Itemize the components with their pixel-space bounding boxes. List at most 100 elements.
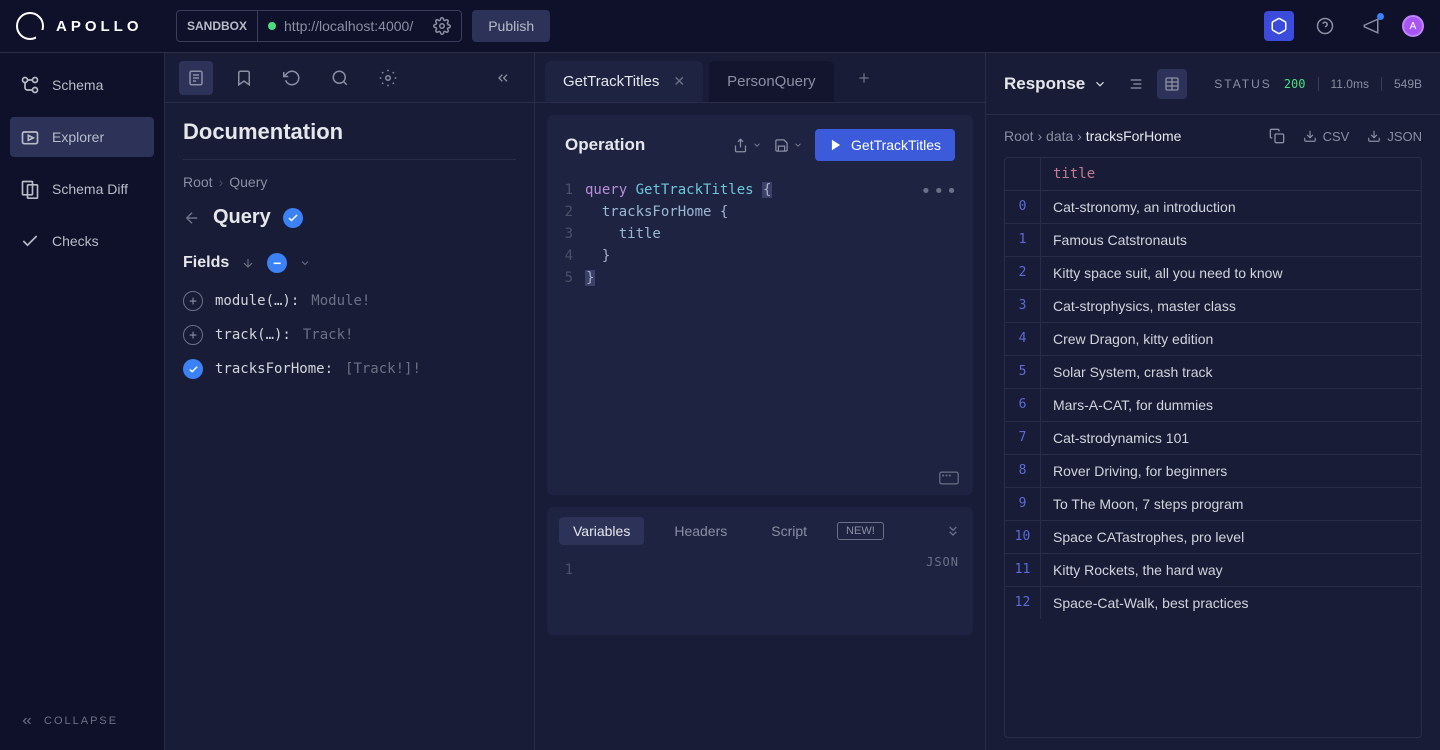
new-badge: NEW!: [837, 522, 884, 540]
help-icon[interactable]: [1310, 11, 1340, 41]
nav-explorer[interactable]: Explorer: [10, 117, 154, 157]
docs-breadcrumb[interactable]: Root›Query: [183, 174, 516, 190]
table-row: 6Mars-A-CAT, for dummies: [1005, 389, 1421, 422]
endpoint-url-input[interactable]: http://localhost:4000/: [284, 18, 413, 34]
explorer-mode-icon[interactable]: [1264, 11, 1294, 41]
tab-person-query[interactable]: PersonQuery: [709, 61, 833, 102]
nav-item-label: Schema: [52, 77, 103, 93]
fields-heading: Fields: [183, 254, 229, 272]
table-row: 7Cat-strodynamics 101: [1005, 422, 1421, 455]
table-view-icon[interactable]: [1157, 69, 1187, 99]
collapse-sidebar-button[interactable]: COLLAPSE: [10, 704, 154, 738]
script-tab[interactable]: Script: [757, 517, 821, 545]
response-table: title 0Cat-stronomy, an introduction1Fam…: [1004, 157, 1422, 738]
row-index: 5: [1005, 356, 1041, 388]
query-type-title: Query: [213, 206, 271, 229]
tab-get-track-titles[interactable]: GetTrackTitles ✕: [545, 61, 703, 102]
nav-schema[interactable]: Schema: [10, 65, 154, 105]
status-code: 200: [1284, 77, 1306, 91]
settings-icon[interactable]: [423, 17, 461, 35]
download-json-button[interactable]: JSON: [1367, 129, 1422, 144]
collapse-vars-icon[interactable]: [945, 523, 961, 539]
search-icon[interactable]: [323, 61, 357, 95]
explorer-icon: [20, 127, 40, 147]
field-row[interactable]: +track(…): Track!: [183, 325, 516, 345]
share-icon[interactable]: [733, 138, 762, 153]
variables-tab[interactable]: Variables: [559, 517, 644, 545]
row-value: Rover Driving, for beginners: [1041, 455, 1421, 487]
variables-editor[interactable]: 1 JSON: [547, 555, 973, 635]
row-index: 6: [1005, 389, 1041, 421]
save-icon[interactable]: [774, 138, 803, 153]
remove-all-icon[interactable]: −: [267, 253, 287, 273]
field-name: module(…):: [215, 293, 299, 309]
headers-tab[interactable]: Headers: [660, 517, 741, 545]
table-row: 5Solar System, crash track: [1005, 356, 1421, 389]
back-arrow-icon[interactable]: [183, 209, 201, 227]
collapse-docs-icon[interactable]: [486, 61, 520, 95]
list-view-icon[interactable]: [1121, 69, 1151, 99]
docs-settings-icon[interactable]: [371, 61, 405, 95]
row-value: Space-Cat-Walk, best practices: [1041, 587, 1421, 619]
field-add-icon[interactable]: +: [183, 325, 203, 345]
table-row: 9To The Moon, 7 steps program: [1005, 488, 1421, 521]
nav-checks[interactable]: Checks: [10, 221, 154, 261]
row-index: 7: [1005, 422, 1041, 454]
nav-schema-diff[interactable]: Schema Diff: [10, 169, 154, 209]
status-label: STATUS: [1214, 77, 1272, 91]
more-options-icon[interactable]: •••: [920, 181, 959, 202]
operation-title: Operation: [565, 135, 721, 155]
row-value: Famous Catstronauts: [1041, 224, 1421, 256]
diff-icon: [20, 179, 40, 199]
row-value: Kitty space suit, all you need to know: [1041, 257, 1421, 289]
response-title[interactable]: Response: [1004, 74, 1107, 94]
table-row: 11Kitty Rockets, the hard way: [1005, 554, 1421, 587]
docs-tab-icon[interactable]: [179, 61, 213, 95]
field-name: track(…):: [215, 327, 291, 343]
row-index: 3: [1005, 290, 1041, 322]
json-format-label: JSON: [926, 555, 959, 569]
row-value: Cat-stronomy, an introduction: [1041, 191, 1421, 223]
response-breadcrumb[interactable]: Root › data › tracksForHome: [1004, 128, 1181, 144]
field-add-icon[interactable]: +: [183, 291, 203, 311]
query-editor[interactable]: 12345 query GetTrackTitles { tracksForHo…: [547, 175, 973, 495]
sort-icon[interactable]: [241, 256, 255, 270]
keyboard-shortcuts-icon[interactable]: [939, 471, 959, 485]
close-tab-icon[interactable]: ✕: [673, 73, 685, 90]
row-index: 4: [1005, 323, 1041, 355]
chevron-down-icon[interactable]: [299, 257, 311, 269]
publish-button[interactable]: Publish: [472, 10, 550, 42]
history-icon[interactable]: [275, 61, 309, 95]
field-row[interactable]: tracksForHome: [Track!]!: [183, 359, 516, 379]
announcements-icon[interactable]: [1356, 11, 1386, 41]
field-added-icon[interactable]: [183, 359, 203, 379]
checks-icon: [20, 231, 40, 251]
logo-mark-icon: [16, 12, 44, 40]
chevron-down-icon: [1093, 77, 1107, 91]
row-index: 10: [1005, 521, 1041, 553]
sandbox-url-bar: SANDBOX http://localhost:4000/: [176, 10, 462, 42]
field-row[interactable]: + module(…): Module!: [183, 291, 516, 311]
table-row: 0Cat-stronomy, an introduction: [1005, 191, 1421, 224]
table-row: 3Cat-strophysics, master class: [1005, 290, 1421, 323]
column-header: title: [1041, 158, 1421, 190]
row-value: Space CATastrophes, pro level: [1041, 521, 1421, 553]
row-value: Crew Dragon, kitty edition: [1041, 323, 1421, 355]
add-tab-icon[interactable]: [848, 62, 880, 94]
row-index: 8: [1005, 455, 1041, 487]
run-operation-button[interactable]: GetTrackTitles: [815, 129, 955, 161]
field-type: Module!: [311, 293, 370, 309]
table-row: 12Space-Cat-Walk, best practices: [1005, 587, 1421, 619]
divider: [183, 159, 516, 160]
user-avatar[interactable]: A: [1402, 15, 1424, 37]
row-index: 1: [1005, 224, 1041, 256]
nav-item-label: Explorer: [52, 129, 104, 145]
docs-title: Documentation: [183, 119, 516, 145]
bookmark-icon[interactable]: [227, 61, 261, 95]
copy-icon[interactable]: [1269, 128, 1285, 144]
row-value: Solar System, crash track: [1041, 356, 1421, 388]
response-time: 11.0ms: [1331, 77, 1369, 91]
schema-icon: [20, 75, 40, 95]
table-row: 8Rover Driving, for beginners: [1005, 455, 1421, 488]
download-csv-button[interactable]: CSV: [1303, 129, 1350, 144]
